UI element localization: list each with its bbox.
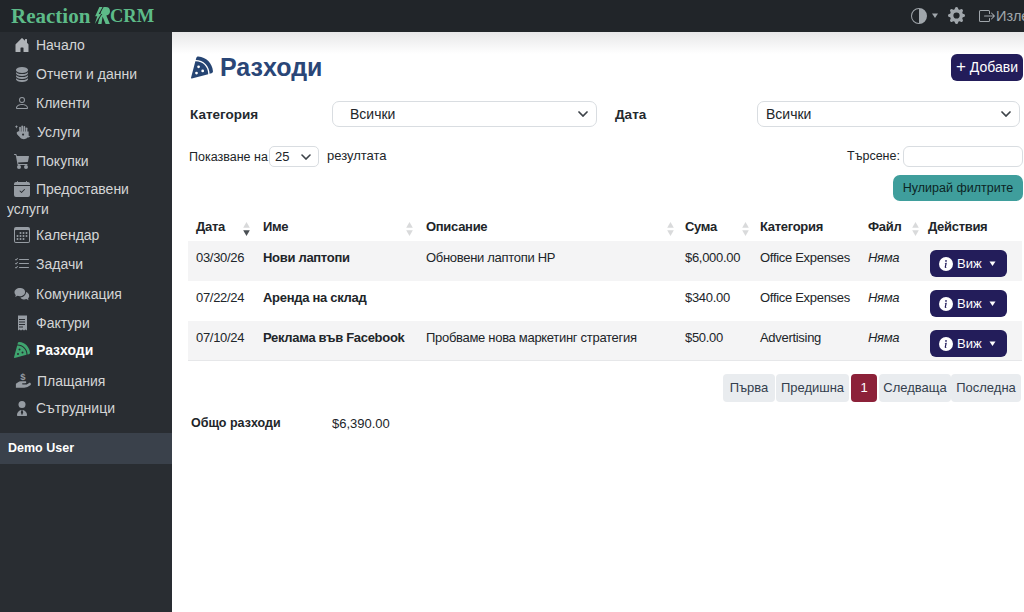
svg-text:$: $ — [20, 372, 26, 382]
